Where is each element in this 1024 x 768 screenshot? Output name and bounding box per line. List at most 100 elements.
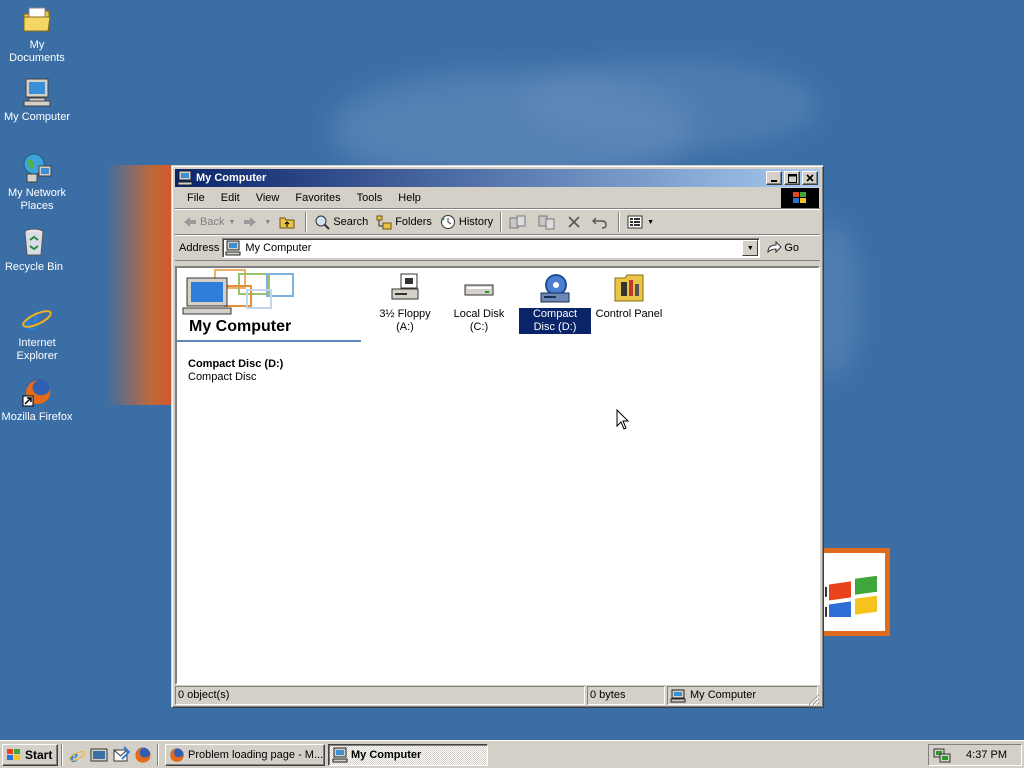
web-view-title: My Computer [189, 318, 292, 335]
internet-explorer-icon: e [21, 301, 53, 337]
toolbar-separator [618, 212, 621, 232]
status-zone-label: My Computer [690, 689, 757, 701]
item-label: Compact Disc (D:) [519, 308, 591, 334]
hard-disk-icon [463, 272, 495, 304]
history-button[interactable]: History [436, 211, 497, 233]
standard-toolbar: Back ▼ ▼ Search Folders History ▼ [175, 209, 820, 235]
status-bar: 0 object(s) 0 bytes My Computer [175, 686, 820, 706]
back-button[interactable]: Back ▼ [179, 211, 239, 233]
desktop-icon-firefox[interactable]: Mozilla Firefox [0, 376, 74, 424]
search-label: Search [333, 216, 369, 228]
history-icon [440, 215, 455, 229]
item-label: Local Disk (C:) [453, 308, 505, 333]
desktop-icon-network-places[interactable]: My Network Places [0, 152, 74, 213]
menu-help[interactable]: Help [390, 189, 429, 207]
desktop-icon-recycle-bin[interactable]: Recycle Bin [0, 226, 71, 274]
clock[interactable]: 4:37 PM [966, 749, 1007, 761]
back-arrow-icon [184, 217, 196, 227]
item-floppy-drive[interactable]: 3½ Floppy (A:) [369, 272, 441, 334]
resize-grip-icon[interactable] [808, 694, 820, 706]
web-view-divider [177, 340, 361, 342]
system-tray: 4:37 PM [928, 744, 1022, 766]
item-local-disk[interactable]: Local Disk (C:) [443, 272, 515, 334]
quicklaunch-outlook-express[interactable] [110, 744, 132, 766]
maximize-button[interactable] [784, 171, 800, 185]
show-desktop-icon [90, 748, 108, 761]
quicklaunch-firefox[interactable] [132, 744, 154, 766]
views-button[interactable]: ▼ [623, 211, 658, 233]
desktop-icon-internet-explorer[interactable]: e Internet Explorer [0, 301, 74, 363]
windows-flag-icon [793, 192, 806, 203]
network-connection-icon[interactable] [933, 747, 951, 763]
status-object-count: 0 object(s) [175, 686, 585, 705]
taskbar-separator [61, 743, 63, 766]
search-button[interactable]: Search [310, 211, 372, 233]
desktop-icon-label: Internet Explorer [16, 337, 58, 362]
start-button[interactable]: Start [2, 743, 58, 766]
menu-file[interactable]: File [179, 189, 213, 207]
window-computer-icon [177, 170, 193, 186]
address-dropdown-button[interactable]: ▼ [742, 240, 759, 256]
move-to-button[interactable] [505, 211, 534, 233]
menu-favorites[interactable]: Favorites [287, 189, 348, 207]
menu-tools[interactable]: Tools [349, 189, 391, 207]
go-arrow-icon [767, 241, 783, 254]
folder-content[interactable]: My Computer Compact Disc (D:) Compact Di… [175, 266, 820, 685]
desktop-icon-my-documents[interactable]: My Documents [0, 4, 74, 65]
delete-button[interactable] [563, 211, 588, 233]
undo-icon [592, 217, 607, 229]
quicklaunch-internet-explorer[interactable]: e [66, 744, 88, 766]
taskbar: Start e Problem loading page - M... My C… [0, 740, 1024, 768]
move-to-icon [509, 215, 526, 229]
up-folder-button[interactable] [275, 211, 302, 233]
my-computer-window: My Computer File Edit View Favorites Too… [171, 165, 824, 708]
svg-text:e: e [70, 746, 78, 764]
chevron-down-icon[interactable]: ▼ [647, 219, 654, 226]
menu-edit[interactable]: Edit [213, 189, 248, 207]
undo-button[interactable] [588, 211, 615, 233]
status-size: 0 bytes [587, 686, 665, 705]
computer-icon [225, 240, 241, 256]
close-button[interactable] [802, 171, 818, 185]
address-bar: Address My Computer ▼ Go [175, 235, 820, 261]
copy-to-button[interactable] [534, 211, 563, 233]
title-bar[interactable]: My Computer [175, 169, 820, 187]
views-icon [627, 215, 643, 229]
chevron-down-icon[interactable]: ▼ [264, 219, 271, 226]
task-button-my-computer[interactable]: My Computer [328, 743, 488, 766]
chevron-down-icon[interactable]: ▼ [228, 219, 235, 226]
menu-bar: File Edit View Favorites Tools Help [175, 187, 820, 209]
minimize-button[interactable] [766, 171, 782, 185]
minimize-icon [771, 180, 777, 182]
firefox-icon [135, 747, 151, 762]
window-title: My Computer [196, 172, 267, 184]
folders-button[interactable]: Folders [372, 211, 436, 233]
go-button[interactable]: Go [766, 241, 799, 255]
task-label: Problem loading page - M... [188, 748, 324, 761]
menu-view[interactable]: View [248, 189, 288, 207]
item-compact-disc[interactable]: Compact Disc (D:) [519, 272, 591, 334]
close-icon [806, 174, 814, 182]
maximize-icon [787, 173, 797, 183]
address-input[interactable]: My Computer ▼ [222, 238, 761, 258]
web-view-panel: My Computer Compact Disc (D:) Compact Di… [177, 268, 367, 683]
desktop-icon-label: My Computer [3, 111, 71, 123]
item-label: Control Panel [595, 308, 663, 320]
desktop-icon-label: My Network Places [7, 187, 67, 212]
quicklaunch-show-desktop[interactable] [88, 744, 110, 766]
item-label: 3½ Floppy (A:) [379, 308, 431, 333]
windows-flag-icon [7, 748, 20, 760]
task-label: My Computer [351, 748, 422, 761]
windows-throbber [781, 188, 819, 208]
status-zone: My Computer [667, 686, 818, 705]
item-control-panel[interactable]: Control Panel [593, 272, 665, 321]
task-button-firefox[interactable]: Problem loading page - M... [165, 743, 325, 766]
control-panel-icon [613, 272, 645, 304]
desktop-icon-my-computer[interactable]: My Computer [0, 76, 74, 124]
selected-item-description: Compact Disc [188, 371, 257, 383]
my-computer-icon [21, 76, 53, 108]
taskbar-separator [157, 743, 159, 766]
desktop-icon-label: Mozilla Firefox [1, 411, 73, 423]
go-label: Go [784, 242, 800, 254]
forward-button[interactable]: ▼ [239, 211, 275, 233]
